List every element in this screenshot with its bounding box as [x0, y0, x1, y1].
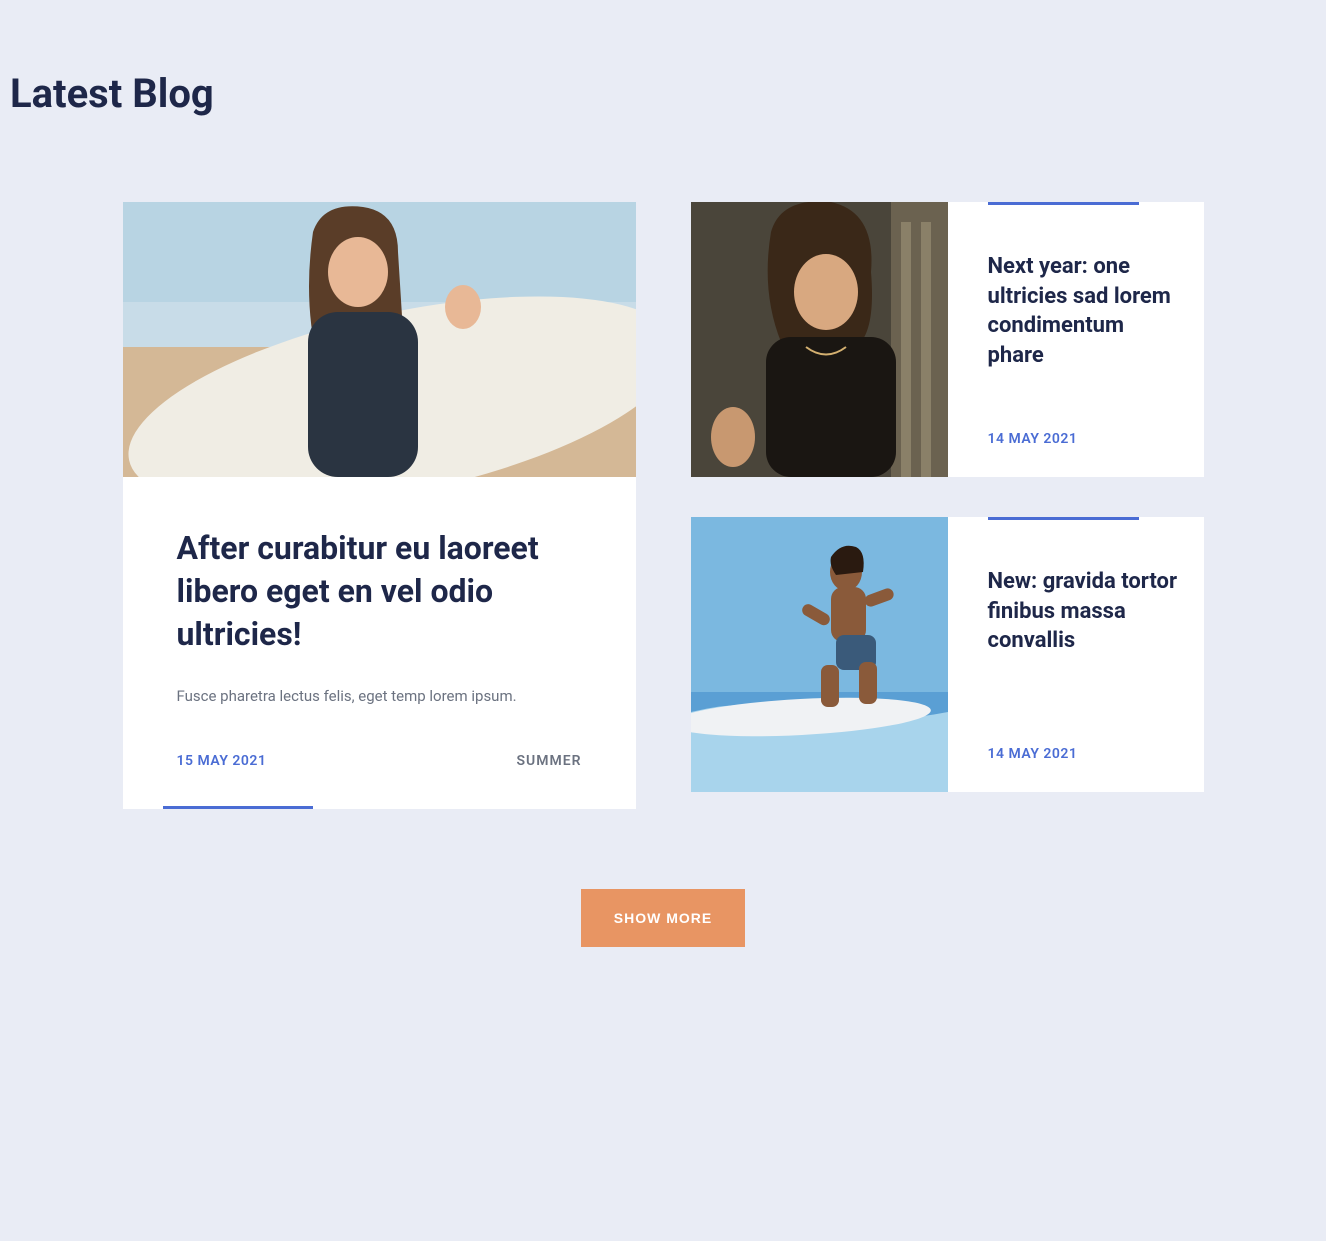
accent-bar	[988, 202, 1139, 205]
section-title: Latest Blog	[10, 70, 1316, 117]
small-card-title: New: gravida tortor finibus massa conval…	[988, 567, 1178, 656]
accent-bar	[163, 806, 313, 809]
featured-date: 15 MAY 2021	[177, 753, 267, 769]
small-card-image	[691, 517, 948, 792]
small-card-date: 14 MAY 2021	[988, 431, 1178, 447]
small-card-content: New: gravida tortor finibus massa conval…	[948, 517, 1204, 792]
right-column: Next year: one ultricies sad lorem condi…	[691, 202, 1204, 809]
small-card-title: Next year: one ultricies sad lorem condi…	[988, 252, 1178, 371]
show-more-wrap: SHOW MORE	[10, 889, 1316, 947]
small-card-image	[691, 202, 948, 477]
accent-bar	[988, 517, 1139, 520]
small-card-content: Next year: one ultricies sad lorem condi…	[948, 202, 1204, 477]
small-card-date: 14 MAY 2021	[988, 746, 1178, 762]
featured-category: SUMMER	[516, 753, 581, 769]
featured-meta: 15 MAY 2021 SUMMER	[177, 753, 582, 769]
featured-title: After curabitur eu laoreet libero eget e…	[177, 527, 582, 657]
featured-excerpt: Fusce pharetra lectus felis, eget temp l…	[177, 687, 582, 705]
small-blog-card[interactable]: Next year: one ultricies sad lorem condi…	[691, 202, 1204, 477]
show-more-button[interactable]: SHOW MORE	[581, 889, 745, 947]
featured-content: After curabitur eu laoreet libero eget e…	[123, 477, 636, 809]
small-blog-card[interactable]: New: gravida tortor finibus massa conval…	[691, 517, 1204, 792]
featured-image	[123, 202, 636, 477]
blog-grid: After curabitur eu laoreet libero eget e…	[123, 202, 1204, 809]
left-column: After curabitur eu laoreet libero eget e…	[123, 202, 636, 809]
featured-blog-card[interactable]: After curabitur eu laoreet libero eget e…	[123, 202, 636, 809]
